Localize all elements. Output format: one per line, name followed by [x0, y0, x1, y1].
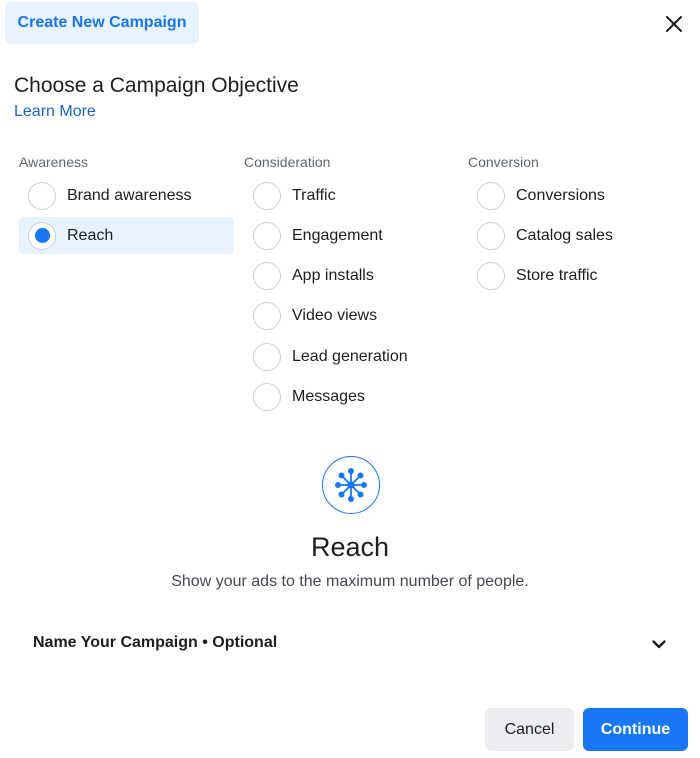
option-label: Lead generation [292, 347, 408, 365]
cancel-button[interactable]: Cancel [485, 708, 574, 751]
option-label: Video views [292, 307, 378, 325]
column-label: Awareness [19, 154, 89, 170]
radio-button[interactable] [28, 181, 56, 210]
option-label: Store traffic [516, 267, 598, 285]
option-label: Conversions [516, 186, 605, 204]
objective-option-conversions[interactable]: Conversions [468, 177, 688, 214]
objective-option-reach[interactable]: Reach [19, 217, 234, 255]
objective-option-messages[interactable]: Messages [244, 378, 464, 415]
radio-button[interactable] [253, 342, 281, 371]
objective-option-lead-generation[interactable]: Lead generation [244, 338, 464, 375]
radio-button[interactable] [253, 302, 281, 331]
close-icon [666, 16, 682, 32]
objective-option-engagement[interactable]: Engagement [244, 217, 464, 254]
consideration-column: Consideration Traffic Engagement App ins… [244, 154, 464, 419]
name-campaign-label: Name Your Campaign • Optional [33, 634, 278, 651]
radio-button[interactable] [253, 221, 281, 250]
objective-title: Reach [310, 532, 390, 562]
awareness-column: Awareness Brand awareness Reach [19, 154, 239, 258]
name-campaign-toggle[interactable]: Name Your Campaign • Optional [33, 633, 673, 655]
objective-option-video-views[interactable]: Video views [244, 298, 464, 335]
objective-option-traffic[interactable]: Traffic [244, 177, 464, 214]
objective-option-app-installs[interactable]: App installs [244, 258, 464, 295]
objective-option-brand-awareness[interactable]: Brand awareness [19, 177, 234, 214]
column-label: Conversion [468, 154, 539, 170]
option-label: Messages [292, 387, 365, 405]
objective-description: Show your ads to the maximum number of p… [171, 573, 529, 590]
radio-button[interactable] [253, 181, 281, 210]
chevron-down-icon [652, 640, 666, 649]
radio-button[interactable] [477, 221, 505, 250]
option-label: Engagement [292, 226, 383, 244]
option-label: Traffic [292, 186, 336, 204]
option-label: Reach [67, 226, 114, 244]
objective-option-store-traffic[interactable]: Store traffic [468, 258, 688, 295]
reach-icon [322, 456, 380, 514]
radio-button[interactable] [477, 262, 505, 291]
option-label: App installs [292, 267, 374, 285]
radio-button[interactable] [253, 262, 281, 291]
conversion-column: Conversion Conversions Catalog sales Sto… [468, 154, 688, 298]
option-label: Catalog sales [516, 226, 613, 244]
option-label: Brand awareness [67, 186, 192, 204]
page-title: Choose a Campaign Objective [14, 74, 299, 97]
radio-button[interactable] [477, 181, 505, 210]
continue-button[interactable]: Continue [583, 708, 688, 751]
radio-button[interactable] [253, 382, 281, 411]
radio-button[interactable] [28, 221, 56, 250]
column-label: Consideration [244, 154, 331, 170]
create-new-campaign-tab[interactable]: Create New Campaign [5, 2, 199, 44]
learn-more-link[interactable]: Learn More [14, 103, 96, 121]
close-button[interactable] [660, 10, 688, 38]
objective-option-catalog-sales[interactable]: Catalog sales [468, 217, 688, 254]
